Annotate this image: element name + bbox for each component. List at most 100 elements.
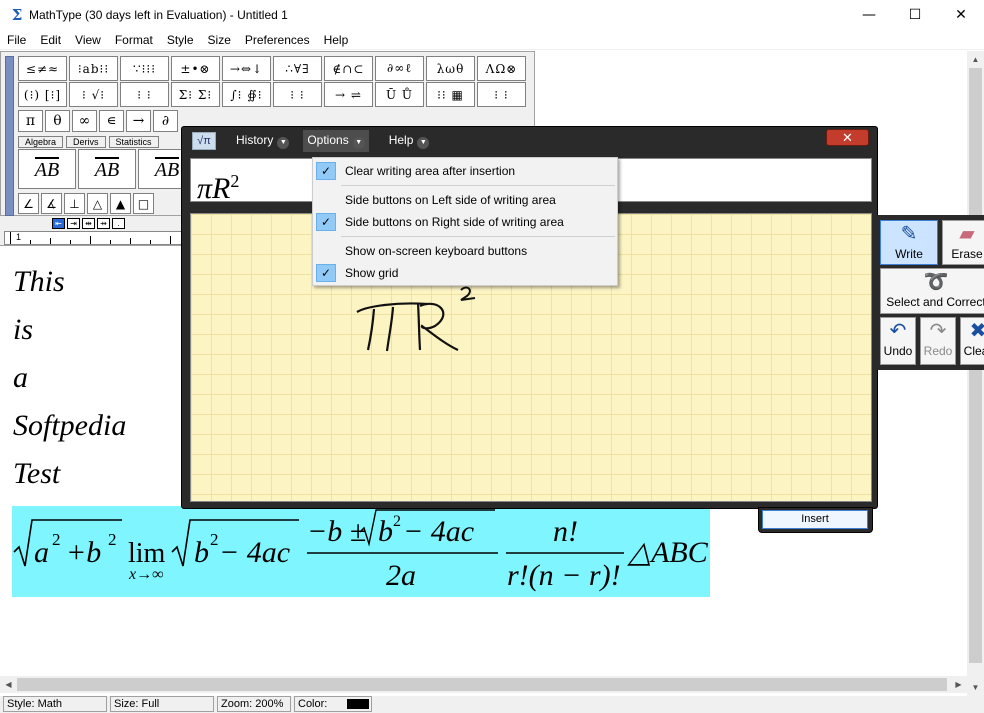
fractions-palette-button[interactable]: ⁝ √⁝ [69, 82, 118, 107]
operators-palette-button[interactable]: ±•⊗ [171, 56, 220, 81]
menu-options[interactable]: Options ▼ [303, 130, 369, 152]
scroll-left-icon[interactable]: ◀ [0, 676, 17, 693]
boxes-palette-button[interactable]: ⁝ ⁝ [477, 82, 526, 107]
option-show-grid[interactable]: ✓ Show grid [313, 262, 617, 284]
menu-file[interactable]: File [0, 33, 33, 47]
menu-preferences[interactable]: Preferences [238, 33, 317, 47]
fences-palette-button[interactable]: (⁝) [⁝] [18, 82, 67, 107]
menu-view[interactable]: View [68, 33, 108, 47]
eq-root2-b: b [194, 536, 209, 569]
status-color: Color: [298, 698, 328, 710]
greek-lower-palette-button[interactable]: λωθ [426, 56, 475, 81]
template-double-arrow[interactable]: AB [78, 149, 136, 189]
scroll-down-icon[interactable]: ▼ [967, 679, 984, 696]
menu-mip-help-label: Help [388, 133, 414, 147]
bars-palette-button[interactable]: ⁝ ⁝ [273, 82, 322, 107]
erase-button[interactable]: ▰ Erase [942, 220, 984, 265]
symbol-pi[interactable]: π [18, 110, 43, 132]
integrals-palette-button[interactable]: ∫⁝ ∯⁝ [222, 82, 271, 107]
menu-format[interactable]: Format [108, 33, 160, 47]
tab-stop-decimal[interactable]: . [112, 218, 125, 229]
vertical-scrollbar[interactable]: ▲ ▼ [967, 51, 984, 696]
preview-text: πR [197, 172, 231, 205]
doc-line: a [13, 361, 28, 394]
menu-help[interactable]: Help [317, 33, 356, 47]
eraser-icon: ▰ [959, 223, 975, 245]
logic-palette-button[interactable]: ∴∀∃ [273, 56, 322, 81]
side-buttons-panel: ✎ Write ▰ Erase ➰ Select and Correct ↶ Undo … [877, 215, 984, 370]
scroll-up-icon[interactable]: ▲ [967, 51, 984, 68]
greek-upper-palette-button[interactable]: ΛΩ⊗ [477, 56, 526, 81]
symbol-perpendicular[interactable]: ⊥ [64, 193, 85, 214]
template-vector-arrow-text: AB [34, 156, 60, 181]
misc-palette-button[interactable]: ∂∞ℓ [375, 56, 424, 81]
template-vector-arrow[interactable]: AB [18, 149, 76, 189]
symbol-angle[interactable]: ∠ [18, 193, 39, 214]
mip-close-button[interactable]: ✕ [826, 129, 869, 146]
labeled-arrows-palette-button[interactable]: → ⇌ [324, 82, 373, 107]
menu-style[interactable]: Style [160, 33, 201, 47]
symbol-measured-angle[interactable]: ∡ [41, 193, 62, 214]
matrices-palette-button[interactable]: ⁝⁝ ▦ [426, 82, 475, 107]
symbol-filled-triangle[interactable]: ▲ [110, 193, 131, 214]
arrows-palette-button[interactable]: →⇔↓ [222, 56, 271, 81]
clear-icon: ✖ [969, 320, 984, 342]
sets-palette-button[interactable]: ∉∩⊂ [324, 56, 373, 81]
menu-history-label: History [236, 133, 274, 147]
clear-button[interactable]: ✖ Clear [960, 317, 984, 365]
sigma-icon: Σ [11, 6, 23, 24]
symbol-partial[interactable]: ∂ [153, 110, 178, 132]
products-palette-button[interactable]: Ū Ů [375, 82, 424, 107]
menu-size[interactable]: Size [201, 33, 238, 47]
horizontal-scroll-thumb[interactable] [17, 678, 947, 691]
symbol-triangle[interactable]: △ [87, 193, 108, 214]
tab-stop-center[interactable]: ⇥ [67, 218, 80, 229]
insert-button[interactable]: Insert [762, 510, 868, 529]
math-input-logo-icon: √π [192, 132, 216, 150]
sums-palette-button[interactable]: Σ⁝ Σ⁝ [171, 82, 220, 107]
option-label: Show grid [345, 266, 399, 280]
doc-line: Test [13, 457, 61, 490]
write-button[interactable]: ✎ Write [880, 220, 938, 265]
relations-palette-button[interactable]: ≤≠≈ [18, 56, 67, 81]
option-onscreen-keyboard[interactable]: Show on-screen keyboard buttons [313, 240, 617, 262]
symbol-arrow[interactable]: → [126, 110, 151, 132]
menu-mip-help[interactable]: Help ▼ [389, 133, 430, 149]
option-clear-after-insert[interactable]: ✓ Clear writing area after insertion [313, 160, 617, 182]
redo-icon: ↷ [929, 320, 947, 342]
select-correct-button[interactable]: ➰ Select and Correct [880, 268, 984, 314]
tab-stop-right[interactable]: ⇹ [82, 218, 95, 229]
tab-derivs[interactable]: Derivs [66, 136, 106, 148]
redo-button[interactable]: ↷ Redo [920, 317, 956, 365]
status-zoom: Zoom: 200% [217, 696, 291, 712]
ruler[interactable]: 1 [4, 231, 184, 245]
horizontal-scrollbar[interactable]: ◀ ▶ [0, 676, 967, 693]
scroll-right-icon[interactable]: ▶ [950, 676, 967, 693]
scripts-palette-button[interactable]: ⁝ ⁝ [120, 82, 169, 107]
option-side-right[interactable]: ✓ Side buttons on Right side of writing … [313, 211, 617, 233]
undo-label: Undo [883, 344, 913, 358]
maximize-button[interactable]: ☐ [892, 0, 938, 30]
symbol-infinity[interactable]: ∞ [72, 110, 97, 132]
tab-statistics[interactable]: Statistics [108, 136, 159, 148]
symbol-element-of[interactable]: ∊ [99, 110, 124, 132]
toolbar-tabs: Algebra Derivs Statistics [18, 136, 159, 148]
toolbar-grip[interactable] [5, 56, 14, 216]
option-side-left[interactable]: Side buttons on Left side of writing are… [313, 189, 617, 211]
symbol-theta[interactable]: θ [45, 110, 70, 132]
tab-stop-relation[interactable]: ⇸ [97, 218, 110, 229]
erase-label: Erase [951, 247, 983, 261]
tab-algebra[interactable]: Algebra [18, 136, 64, 148]
close-button[interactable]: ✕ [938, 0, 984, 30]
undo-button[interactable]: ↶ Undo [880, 317, 916, 365]
option-label: Side buttons on Left side of writing are… [345, 193, 556, 207]
embellishments-palette-button[interactable]: ∵⁝⁝⁝ [120, 56, 169, 81]
menu-history[interactable]: History ▼ [236, 133, 290, 149]
document-text[interactable]: This is a Softpedia Test [13, 258, 126, 498]
menu-edit[interactable]: Edit [33, 33, 68, 47]
spaces-palette-button[interactable]: ⁝ab⁝⁝ [69, 56, 118, 81]
eq-lim-sub: x→∞ [128, 566, 164, 583]
tab-stop-left[interactable]: ⇤ [52, 218, 65, 229]
symbol-square[interactable]: □ [133, 193, 154, 214]
minimize-button[interactable]: — [846, 0, 892, 30]
